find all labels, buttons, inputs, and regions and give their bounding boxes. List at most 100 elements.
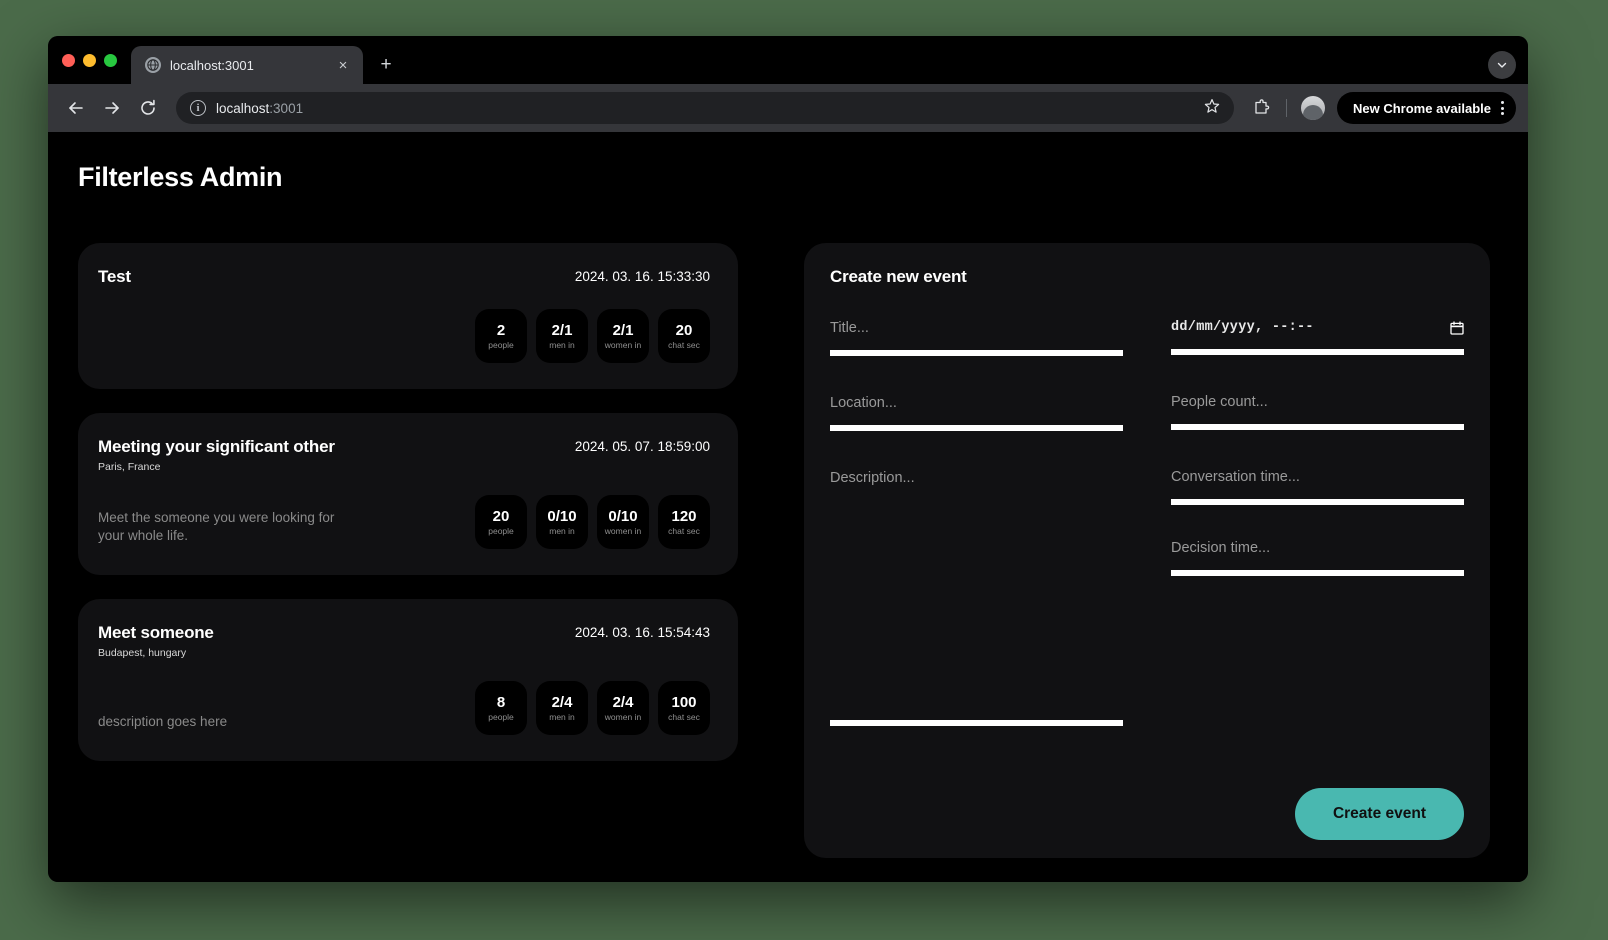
stat-label: chat sec xyxy=(668,711,700,722)
event-card[interactable]: Test 2024. 03. 16. 15:33:30 2 people 2/1 xyxy=(78,243,738,389)
bookmark-star-icon[interactable] xyxy=(1204,98,1220,118)
reload-button[interactable] xyxy=(132,92,164,124)
event-location: Paris, France xyxy=(98,461,161,473)
event-card[interactable]: Meet someone Budapest, hungary 2024. 03.… xyxy=(78,599,738,761)
datetime-input[interactable] xyxy=(1171,348,1464,355)
chrome-update-button[interactable]: New Chrome available xyxy=(1337,92,1516,124)
close-window-button[interactable] xyxy=(62,53,75,67)
toolbar-divider xyxy=(1286,99,1287,117)
site-info-icon[interactable]: i xyxy=(190,100,206,116)
stat-value: 100 xyxy=(671,693,697,711)
tab-title: localhost:3001 xyxy=(170,57,254,73)
conversation-time-field[interactable]: Conversation time... xyxy=(1171,468,1464,505)
page-title: Filterless Admin xyxy=(78,162,283,192)
title-field[interactable]: Title... xyxy=(830,320,1123,356)
datetime-field[interactable]: dd/mm/yyyy, --:-- xyxy=(1171,320,1464,355)
kebab-menu-icon[interactable] xyxy=(1497,101,1508,115)
stat-people: 2 people xyxy=(475,309,527,363)
event-identity: Meeting your significant other Paris, Fr… xyxy=(98,437,335,473)
stat-people: 8 people xyxy=(475,681,527,735)
event-stats: 20 people 0/10 men in 0/10 women in 120 … xyxy=(475,495,710,549)
stat-label: men in xyxy=(549,711,575,722)
forward-button[interactable] xyxy=(96,92,128,124)
stat-men-in: 2/4 men in xyxy=(536,681,588,735)
globe-icon xyxy=(145,57,161,73)
stat-women-in: 2/4 women in xyxy=(597,681,649,735)
stat-label: people xyxy=(488,711,514,722)
decision-time-field[interactable]: Decision time... xyxy=(1171,539,1464,576)
back-button[interactable] xyxy=(60,92,92,124)
stat-value: 120 xyxy=(671,507,697,525)
stat-women-in: 2/1 women in xyxy=(597,309,649,363)
description-textarea[interactable] xyxy=(830,500,1123,720)
url-text: localhost:3001 xyxy=(216,101,303,116)
stat-value: 2/4 xyxy=(551,693,573,711)
event-header: Meet someone Budapest, hungary 2024. 03.… xyxy=(98,623,710,659)
stat-label: women in xyxy=(604,525,642,536)
event-identity: Test xyxy=(98,267,131,287)
avatar[interactable] xyxy=(1301,96,1325,120)
datetime-row: dd/mm/yyyy, --:-- xyxy=(1171,320,1464,349)
stat-label: people xyxy=(488,339,514,350)
extensions-icon[interactable] xyxy=(1246,93,1276,123)
stat-label: women in xyxy=(604,339,642,350)
form-column-left: Title... Location... Description... xyxy=(830,320,1123,726)
stat-value: 8 xyxy=(496,693,506,711)
chrome-update-label: New Chrome available xyxy=(1353,100,1491,116)
browser-window: localhost:3001 × + i localhost:3001 New … xyxy=(48,36,1528,882)
conversation-time-input[interactable] xyxy=(1171,498,1464,505)
location-field[interactable]: Location... xyxy=(830,395,1123,431)
maximize-window-button[interactable] xyxy=(104,53,117,67)
location-input[interactable] xyxy=(830,424,1123,431)
stat-chat-sec: 120 chat sec xyxy=(658,495,710,549)
event-location: Budapest, hungary xyxy=(98,647,187,659)
create-event-panel: Create new event Title... Location... De… xyxy=(804,243,1490,858)
conversation-time-placeholder: Conversation time... xyxy=(1171,468,1300,485)
create-event-card: Create new event Title... Location... De… xyxy=(804,243,1490,858)
stat-value: 0/10 xyxy=(547,507,577,525)
stat-label: men in xyxy=(549,339,575,350)
url-host: localhost xyxy=(216,100,270,116)
description-field[interactable]: Description... xyxy=(830,470,1123,726)
stat-label: chat sec xyxy=(668,525,700,536)
event-description: Meet the someone you were looking for yo… xyxy=(98,510,335,544)
stat-men-in: 0/10 men in xyxy=(536,495,588,549)
traffic-lights xyxy=(62,36,131,84)
stat-label: women in xyxy=(604,711,642,722)
event-stats: 2 people 2/1 men in 2/1 women in 20 chat… xyxy=(475,309,710,363)
datetime-placeholder: dd/mm/yyyy, --:-- xyxy=(1171,320,1314,335)
form-title: Create new event xyxy=(830,267,967,286)
people-count-placeholder: People count... xyxy=(1171,393,1268,410)
browser-toolbar: i localhost:3001 New Chrome available xyxy=(48,84,1528,132)
title-placeholder: Title... xyxy=(830,320,869,336)
event-name: Meet someone xyxy=(98,623,214,642)
event-date: 2024. 03. 16. 15:33:30 xyxy=(574,269,710,284)
event-date: 2024. 03. 16. 15:54:43 xyxy=(574,625,710,640)
minimize-window-button[interactable] xyxy=(83,53,96,67)
calendar-icon[interactable] xyxy=(1450,321,1464,336)
stat-value: 2 xyxy=(496,321,506,339)
event-name: Test xyxy=(98,267,131,286)
people-count-field[interactable]: People count... xyxy=(1171,393,1464,430)
event-card[interactable]: Meeting your significant other Paris, Fr… xyxy=(78,413,738,575)
event-footer: Meet the someone you were looking for yo… xyxy=(98,495,710,549)
close-icon[interactable]: × xyxy=(333,55,353,75)
description-underline[interactable] xyxy=(830,719,1123,726)
stat-label: people xyxy=(488,525,514,536)
event-stats: 8 people 2/4 men in 2/4 women in 100 cha… xyxy=(475,681,710,735)
stat-value: 2/1 xyxy=(612,321,634,339)
create-event-button[interactable]: Create event xyxy=(1294,787,1464,840)
people-count-input[interactable] xyxy=(1171,423,1464,430)
stat-label: chat sec xyxy=(668,339,700,350)
event-name: Meeting your significant other xyxy=(98,437,335,456)
browser-tab[interactable]: localhost:3001 × xyxy=(131,46,363,84)
chevron-down-icon[interactable] xyxy=(1488,51,1516,79)
title-input[interactable] xyxy=(830,349,1123,356)
new-tab-button[interactable]: + xyxy=(371,50,401,80)
decision-time-input[interactable] xyxy=(1171,569,1464,576)
stat-value: 20 xyxy=(492,507,510,525)
address-bar[interactable]: i localhost:3001 xyxy=(176,92,1234,124)
event-footer: 2 people 2/1 men in 2/1 women in 20 chat… xyxy=(98,309,710,363)
content-columns: Test 2024. 03. 16. 15:33:30 2 people 2/1 xyxy=(48,193,1528,858)
decision-time-placeholder: Decision time... xyxy=(1171,539,1271,556)
